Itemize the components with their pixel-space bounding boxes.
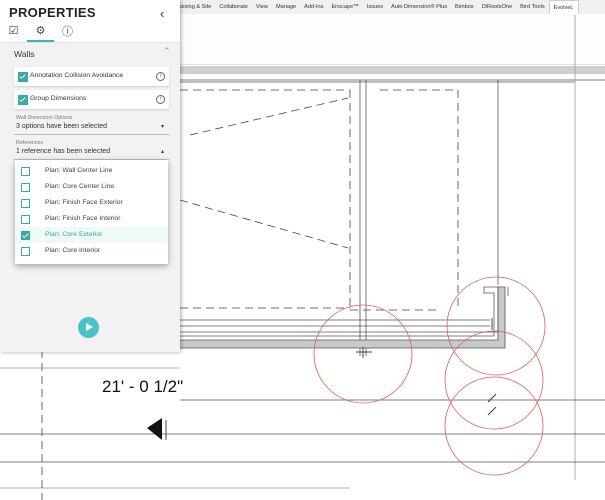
reference-option[interactable]: Plan: Wall Center Line [15, 163, 168, 179]
reference-option[interactable]: Plan: Finish Face Interior [15, 211, 168, 227]
field-label: References [16, 140, 44, 146]
caret-up-icon[interactable]: ▴ [161, 148, 164, 155]
checkbox[interactable] [18, 72, 28, 82]
option-label: Group Dimensions [30, 95, 87, 102]
checkbox[interactable] [21, 199, 30, 208]
chevron-left-icon[interactable]: ‹ [160, 6, 164, 21]
reference-option-selected[interactable]: Plan: Core Exterior [15, 227, 168, 243]
annotation-collision-avoidance-option[interactable]: Annotation Collision Avoidance i [14, 67, 169, 86]
option-label: Plan: Core Center Line [45, 183, 115, 190]
panel-tabs: ☑ ⚙ ⓘ [0, 21, 81, 42]
checkbox[interactable] [21, 215, 30, 224]
panel-title: PROPERTIES [9, 5, 96, 20]
dashed-line [189, 97, 349, 136]
tick-mark [487, 393, 497, 403]
gear-icon[interactable]: ⚙ [27, 21, 54, 42]
info-icon[interactable]: i [156, 95, 165, 104]
option-label: Plan: Core Exterior [45, 231, 103, 238]
tick-mark [487, 406, 497, 416]
checkbox[interactable] [21, 231, 30, 240]
references-dropdown: Plan: Wall Center Line Plan: Core Center… [15, 160, 168, 264]
checkbox[interactable] [21, 247, 30, 256]
chevron-up-icon[interactable]: ⌃ [163, 46, 171, 57]
checkbox[interactable] [21, 167, 30, 176]
option-label: Plan: Core Interior [45, 247, 101, 254]
dimension-arrow [147, 418, 162, 440]
checkbox[interactable] [21, 183, 30, 192]
info-icon[interactable]: i [156, 72, 165, 81]
run-button[interactable] [78, 317, 99, 338]
group-dimensions-option[interactable]: Group Dimensions i [14, 90, 169, 109]
info-icon[interactable]: ⓘ [54, 21, 81, 40]
panel-header: PROPERTIES ‹ ☑ ⚙ ⓘ [0, 0, 180, 43]
checklist-icon[interactable]: ☑ [0, 21, 27, 40]
walls-section-header[interactable]: Walls ⌃ [6, 45, 174, 63]
option-label: Annotation Collision Avoidance [30, 72, 124, 79]
option-label: Plan: Finish Face Exterior [45, 199, 123, 206]
field-underline [14, 134, 169, 135]
reference-option[interactable]: Plan: Core Interior [15, 243, 168, 259]
reference-option[interactable]: Plan: Finish Face Exterior [15, 195, 168, 211]
caret-down-icon[interactable]: ▾ [161, 123, 164, 130]
dimension-text: 21' - 0 1/2" [102, 377, 184, 396]
reference-option[interactable]: Plan: Core Center Line [15, 179, 168, 195]
section-label: Walls [14, 49, 35, 59]
option-label: Plan: Wall Center Line [45, 167, 113, 174]
dashed-line [179, 199, 349, 249]
wall-dimension-options-select[interactable]: Wall Dimension Options 3 options have be… [14, 113, 169, 135]
checkbox[interactable] [18, 95, 28, 105]
field-value: 3 options have been selected [16, 123, 108, 130]
field-label: Wall Dimension Options [16, 115, 73, 121]
option-label: Plan: Finish Face Interior [45, 215, 121, 222]
field-value: 1 reference has been selected [16, 148, 111, 155]
collision-circle [444, 376, 544, 476]
references-select[interactable]: References 1 reference has been selected… [14, 138, 169, 160]
